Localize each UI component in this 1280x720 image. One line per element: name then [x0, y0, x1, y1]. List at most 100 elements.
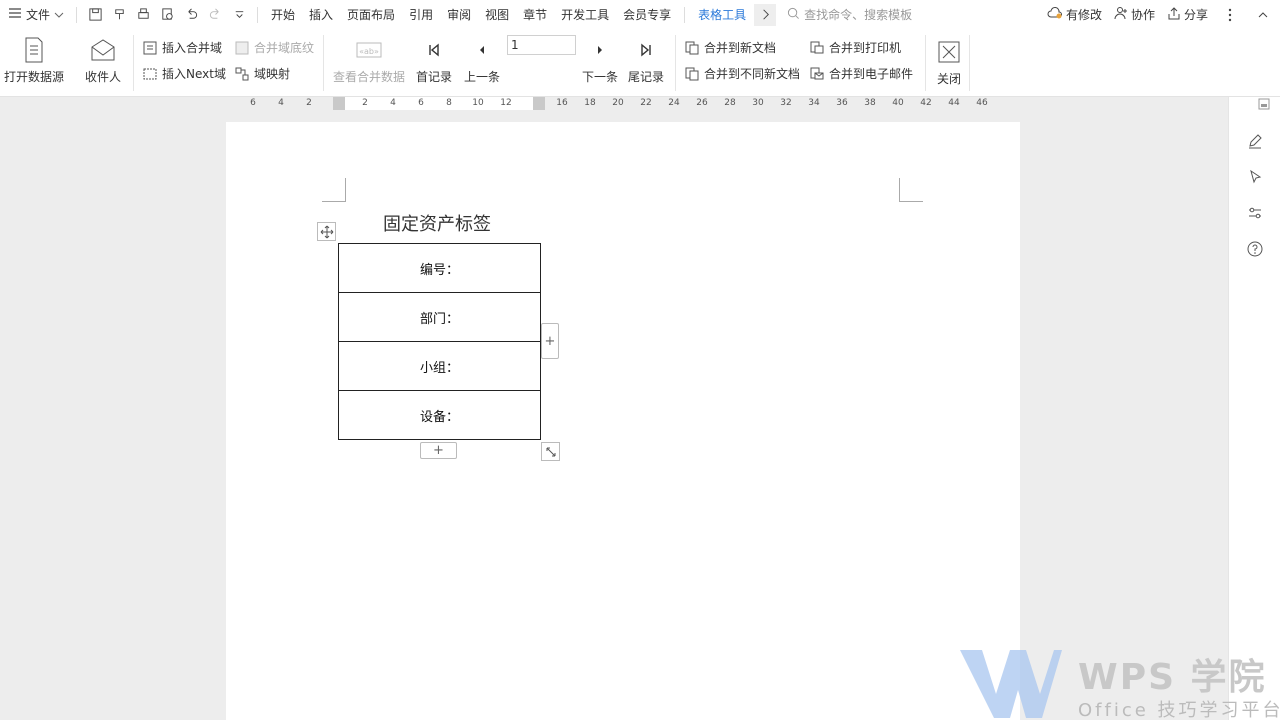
tab-member[interactable]: 会员专享 — [616, 0, 678, 29]
next-record-button[interactable]: 下一条 — [582, 35, 618, 85]
ruler-right-marker[interactable] — [533, 97, 545, 110]
merge-to-new-doc-button[interactable]: 合并到新文档 — [684, 39, 776, 56]
save-icon[interactable] — [84, 4, 106, 26]
ruler-label: 10 — [472, 98, 484, 108]
margin-corner-top-left — [322, 178, 346, 202]
table-cell[interactable]: 编号： — [338, 243, 541, 293]
select-cursor-icon[interactable] — [1243, 165, 1267, 189]
redo-icon[interactable] — [204, 4, 226, 26]
tab-insert[interactable]: 插入 — [302, 0, 340, 29]
customize-qa-icon[interactable] — [228, 4, 250, 26]
tab-section[interactable]: 章节 — [516, 0, 554, 29]
merge-field-shading-button[interactable]: 合并域底纹 — [234, 39, 314, 56]
merge-to-email-label: 合并到电子邮件 — [829, 67, 914, 81]
ruler-label: 42 — [920, 98, 932, 108]
ruler-indent-marker[interactable] — [333, 97, 345, 110]
first-record-icon — [419, 35, 449, 65]
wps-logo-icon — [960, 650, 1062, 718]
collab-button[interactable]: 协作 — [1108, 6, 1161, 23]
print-preview-icon[interactable] — [156, 4, 178, 26]
ruler-label: 2 — [362, 98, 368, 108]
file-menu[interactable]: 文件 — [0, 0, 70, 29]
insert-field-icon — [142, 40, 158, 56]
merge-to-printer-button[interactable]: 合并到打印机 — [809, 39, 901, 56]
close-merge-button[interactable]: 关闭 — [934, 37, 964, 87]
modify-status-button[interactable]: 有修改 — [1041, 6, 1108, 23]
insert-next-field-button[interactable]: 插入Next域 — [142, 65, 226, 82]
insert-next-field-label: 插入Next域 — [162, 67, 226, 81]
tab-view[interactable]: 视图 — [478, 0, 516, 29]
ruler-label: 24 — [668, 98, 680, 108]
last-record-button[interactable]: 尾记录 — [628, 35, 664, 85]
format-painter-icon[interactable] — [108, 4, 130, 26]
prev-record-button[interactable]: 上一条 — [464, 35, 500, 85]
ruler-label: 4 — [390, 98, 396, 108]
margin-corner-top-right — [899, 178, 923, 202]
more-icon[interactable] — [1214, 8, 1246, 22]
prev-record-label: 上一条 — [464, 70, 501, 84]
share-button[interactable]: 分享 — [1161, 6, 1214, 23]
command-search[interactable]: 查找命令、搜索模板 — [787, 6, 937, 23]
divider — [925, 35, 926, 91]
help-icon[interactable] — [1243, 237, 1267, 261]
tab-developer[interactable]: 开发工具 — [554, 0, 616, 29]
tab-table-tools[interactable]: 表格工具 — [691, 0, 753, 29]
ruler-label: 22 — [640, 98, 652, 108]
view-merged-data-label: 查看合并数据 — [333, 70, 406, 84]
view-merged-data-button[interactable]: «ab» 查看合并数据 — [333, 35, 405, 85]
settings-sliders-icon[interactable] — [1243, 201, 1267, 225]
table-cell[interactable]: 部门： — [338, 292, 541, 342]
first-record-button[interactable]: 首记录 — [416, 35, 452, 85]
data-source-icon — [19, 35, 49, 65]
envelope-icon — [88, 35, 118, 65]
edit-pen-icon[interactable] — [1243, 129, 1267, 153]
open-data-source-label: 打开数据源 — [4, 70, 65, 84]
close-label: 关闭 — [936, 72, 961, 86]
collab-icon — [1114, 6, 1128, 23]
merge-to-email-button[interactable]: 合并到电子邮件 — [809, 65, 913, 82]
add-column-button[interactable]: + — [541, 323, 559, 359]
recipients-label: 收件人 — [85, 70, 122, 84]
shading-icon — [234, 40, 250, 56]
insert-merge-field-button[interactable]: 插入合并域 — [142, 39, 222, 56]
ruler-label: 12 — [500, 98, 512, 108]
print-icon[interactable] — [132, 4, 154, 26]
arrow-left-icon — [467, 35, 497, 65]
record-number-input[interactable]: 1 — [507, 35, 576, 55]
ruler-label: 36 — [836, 98, 848, 108]
table-row: 编号： — [338, 243, 541, 293]
ruler-label: 6 — [250, 98, 256, 108]
add-row-button[interactable]: + — [420, 442, 457, 459]
table-resize-icon[interactable] — [541, 442, 560, 461]
svg-text:«ab»: «ab» — [359, 47, 379, 56]
field-mapping-button[interactable]: 域映射 — [234, 65, 290, 82]
ruler-label: 44 — [948, 98, 960, 108]
search-icon — [787, 7, 800, 23]
merge-field-shading-label: 合并域底纹 — [254, 41, 315, 55]
table-cell[interactable]: 设备： — [338, 390, 541, 440]
asset-label-table: 编号： 部门： 小组： 设备： — [338, 243, 541, 440]
table-cell[interactable]: 小组： — [338, 341, 541, 391]
table-move-icon[interactable] — [317, 222, 336, 241]
new-doc-icon — [684, 40, 700, 56]
share-icon — [1167, 6, 1181, 23]
horizontal-ruler[interactable]: 6 4 2 2 4 6 8 10 12 16 18 20 22 24 26 28… — [0, 97, 1228, 113]
tab-home[interactable]: 开始 — [264, 0, 302, 29]
open-data-source-button[interactable]: 打开数据源 — [4, 35, 64, 85]
panel-toggle-icon[interactable] — [1257, 97, 1271, 111]
tab-page-layout[interactable]: 页面布局 — [340, 0, 402, 29]
tab-references[interactable]: 引用 — [402, 0, 440, 29]
tab-review[interactable]: 审阅 — [440, 0, 478, 29]
abc-preview-icon: «ab» — [354, 35, 384, 65]
first-record-label: 首记录 — [416, 70, 453, 84]
undo-icon[interactable] — [180, 4, 202, 26]
collapse-ribbon-icon[interactable] — [1246, 11, 1280, 19]
document-page[interactable]: 固定资产标签 编号： 部门： 小组： 设备： + + — [226, 122, 1020, 720]
merge-to-diff-doc-button[interactable]: 合并到不同新文档 — [684, 65, 800, 82]
next-field-icon — [142, 66, 158, 82]
recipients-button[interactable]: 收件人 — [85, 35, 121, 85]
chevron-right-icon[interactable] — [754, 3, 777, 26]
vertical-ruler[interactable] — [0, 113, 10, 720]
chevron-down-icon — [54, 8, 64, 22]
document-title[interactable]: 固定资产标签 — [383, 210, 491, 236]
